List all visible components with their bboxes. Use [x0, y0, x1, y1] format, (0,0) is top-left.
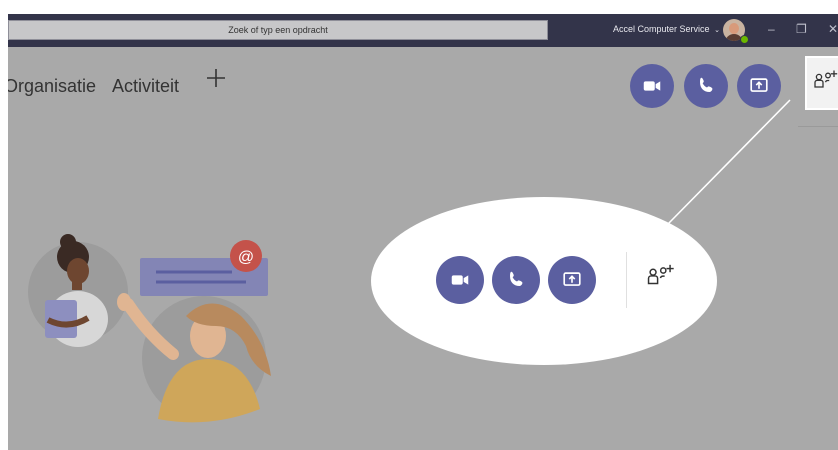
svg-text:@: @ — [238, 249, 254, 266]
app-window: Zoek of typ een opdracht Accel Computer … — [8, 14, 838, 450]
welcome-illustration: @ — [28, 234, 271, 423]
